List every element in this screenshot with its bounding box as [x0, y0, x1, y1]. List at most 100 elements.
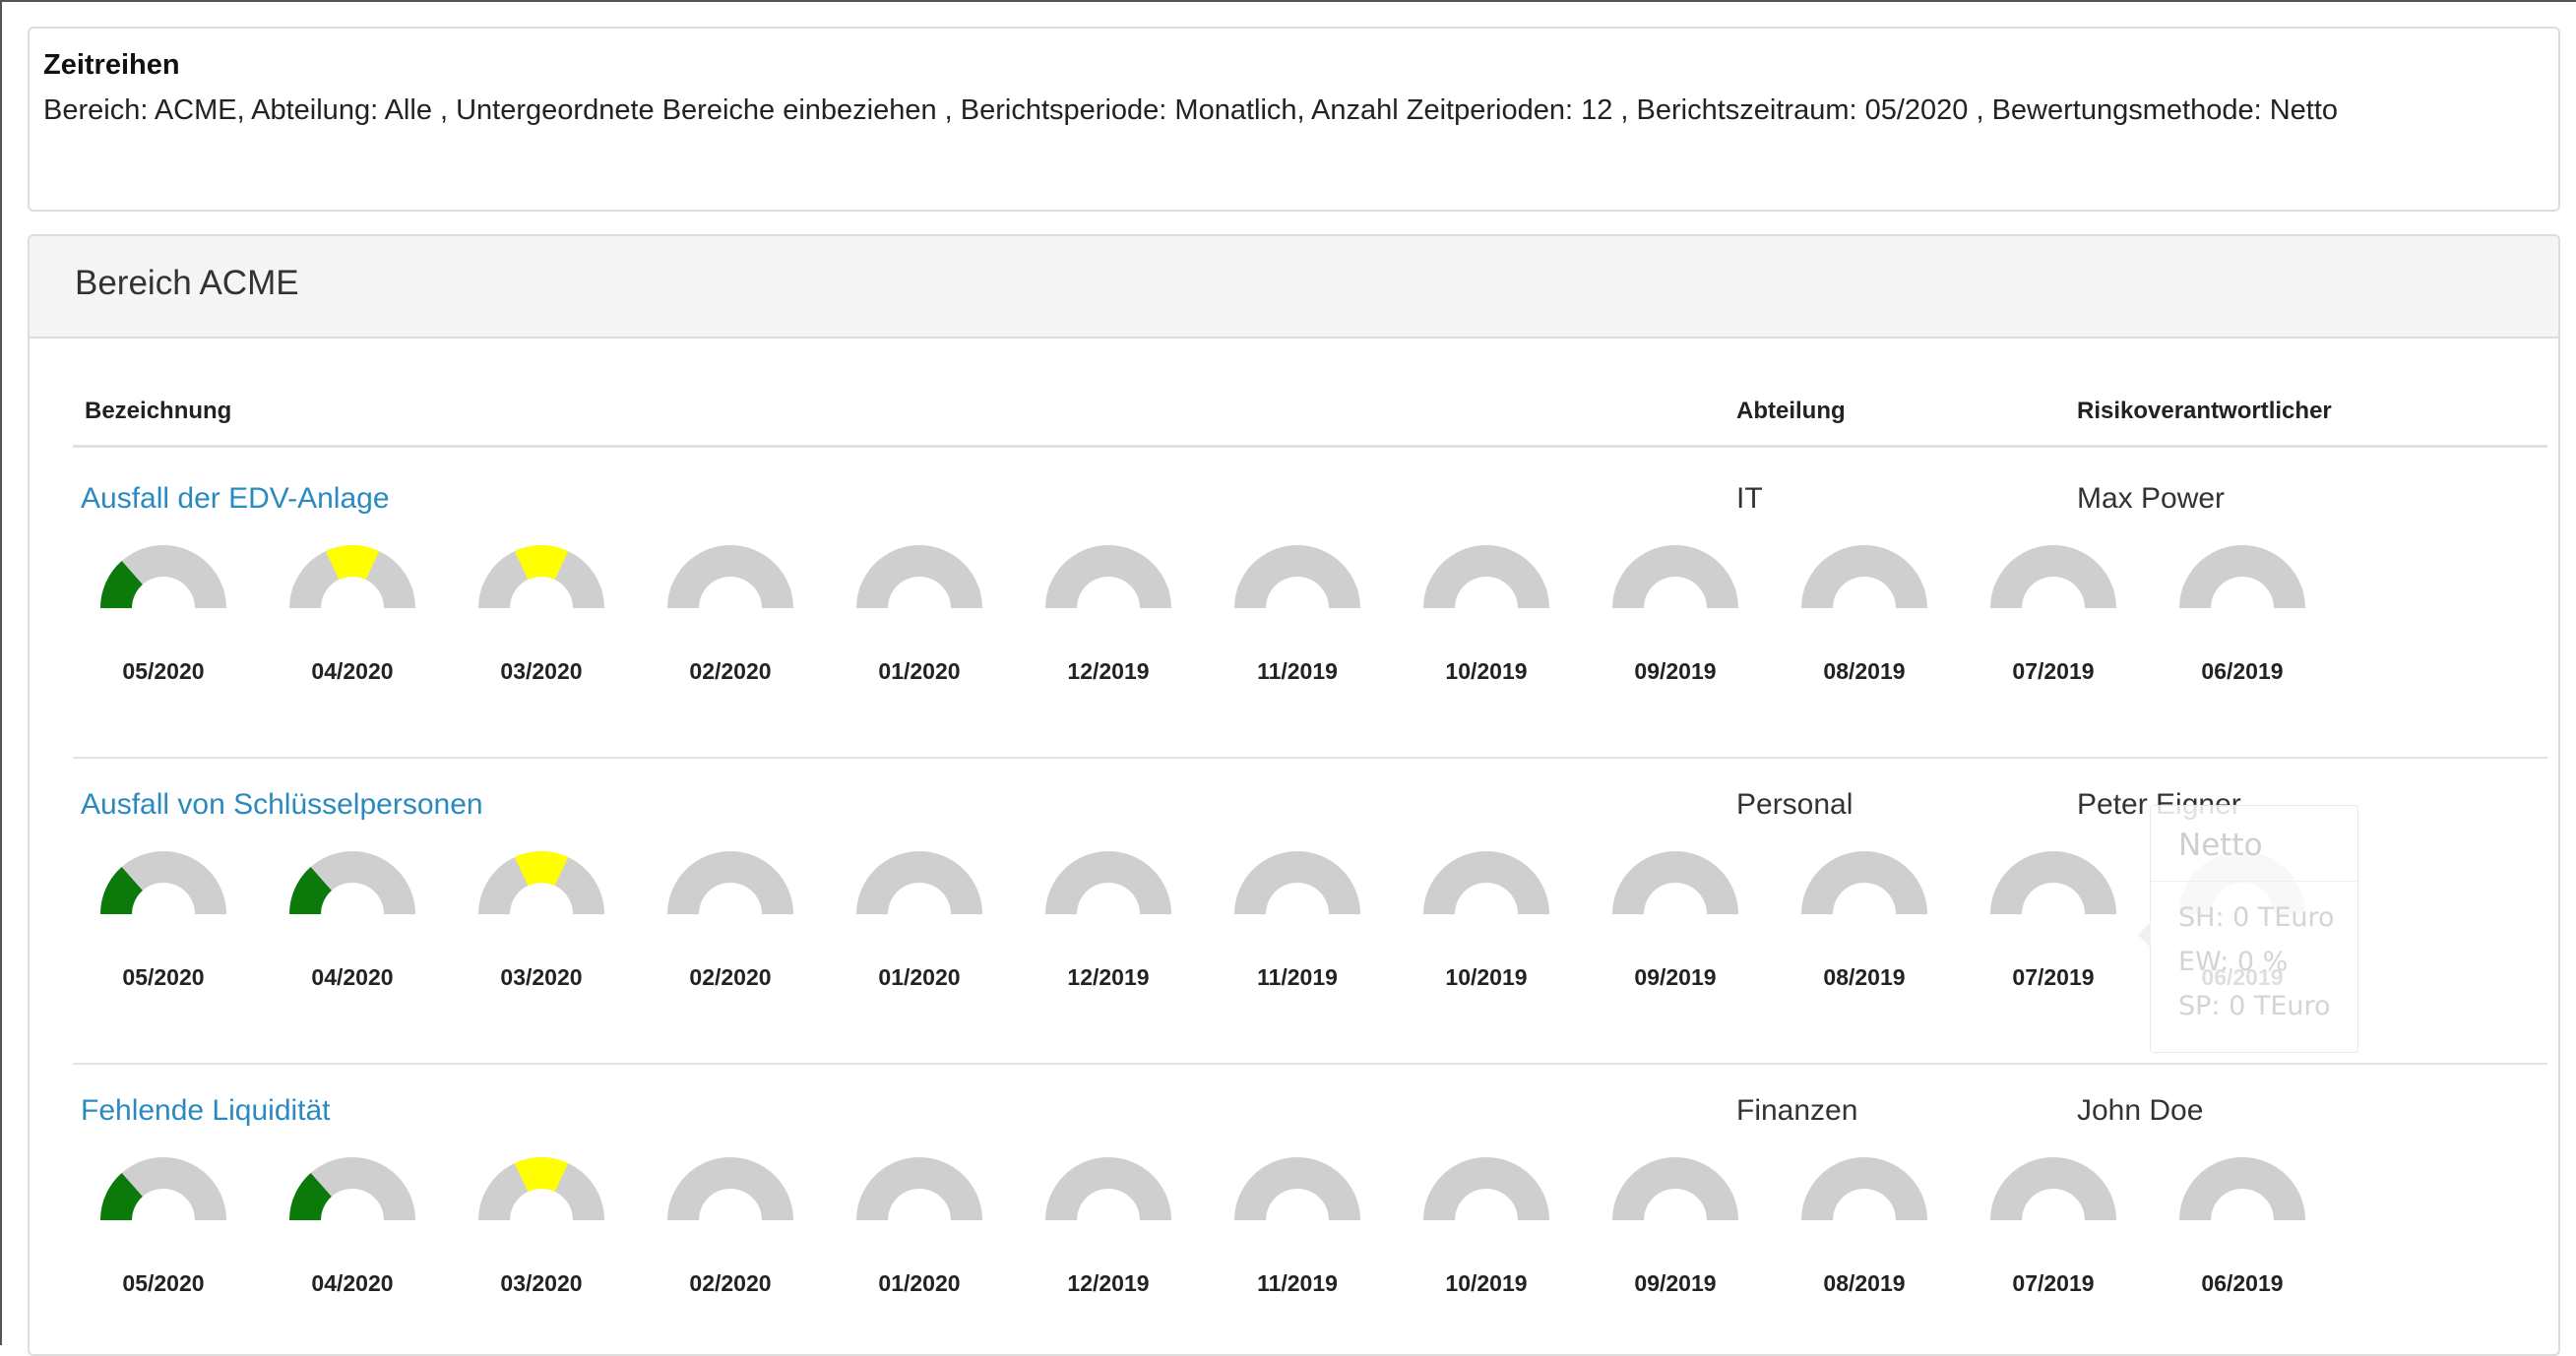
- risk-gauge[interactable]: 10/2019: [1392, 847, 1581, 995]
- risk-gauge[interactable]: 11/2019: [1203, 847, 1392, 995]
- tooltip-line-ew: EW: 0 %: [2178, 947, 2289, 977]
- risk-name-link[interactable]: Ausfall der EDV-Anlage: [81, 482, 390, 516]
- row-divider: [73, 1063, 2547, 1065]
- risk-name-link[interactable]: Fehlende Liquidität: [81, 1094, 331, 1128]
- risk-gauge[interactable]: 08/2019: [1770, 1153, 1959, 1301]
- area-title: Bereich ACME: [75, 264, 299, 302]
- risk-gauge[interactable]: 05/2020: [69, 1153, 258, 1301]
- gauge-track: [1612, 851, 1738, 914]
- period-label: 04/2020: [311, 964, 394, 990]
- gauge-tooltip: Netto SH: 0 TEuro EW: 0 % SP: 0 TEuro: [2138, 805, 2358, 1053]
- risk-gauge[interactable]: 05/2020: [69, 847, 258, 995]
- risk-gauge[interactable]: 07/2019: [1959, 541, 2148, 689]
- risk-gauge[interactable]: 03/2020: [447, 847, 636, 995]
- gauge-chart: [2179, 1157, 2305, 1220]
- risk-gauge[interactable]: 09/2019: [1581, 847, 1770, 995]
- period-label: 02/2020: [689, 658, 772, 684]
- risk-gauge[interactable]: 03/2020: [447, 1153, 636, 1301]
- gauge-chart: [478, 545, 604, 608]
- department-cell: IT: [1736, 482, 1763, 515]
- period-label: 12/2019: [1067, 658, 1150, 684]
- risk-gauge[interactable]: 01/2020: [825, 847, 1014, 995]
- period-label: 05/2020: [122, 964, 205, 990]
- gauge-chart: [2179, 545, 2305, 608]
- gauge-chart: [1990, 1157, 2116, 1220]
- gauge-chart: [1612, 1157, 1738, 1220]
- period-label: 08/2019: [1823, 1270, 1906, 1296]
- period-label: 05/2020: [122, 658, 205, 684]
- gauge-track: [1045, 545, 1171, 608]
- tooltip-divider: [2151, 881, 2357, 882]
- gauge-chart: [1234, 1157, 1360, 1220]
- period-label: 01/2020: [878, 964, 961, 990]
- period-label: 08/2019: [1823, 658, 1906, 684]
- period-label: 09/2019: [1634, 964, 1717, 990]
- tooltip-line-sh: SH: 0 TEuro: [2178, 902, 2335, 933]
- risk-gauge[interactable]: 12/2019: [1014, 1153, 1203, 1301]
- table-row: Ausfall der EDV-Anlage IT Max Power 05/2020…: [30, 451, 2558, 757]
- tooltip-arrow: [2138, 922, 2151, 948]
- gauge-track: [1990, 545, 2116, 608]
- risk-gauge[interactable]: 01/2020: [825, 541, 1014, 689]
- gauge-track: [1045, 851, 1171, 914]
- risk-gauge[interactable]: 08/2019: [1770, 847, 1959, 995]
- gauge-track: [1990, 851, 2116, 914]
- risk-gauge[interactable]: 10/2019: [1392, 1153, 1581, 1301]
- risk-gauge[interactable]: 01/2020: [825, 1153, 1014, 1301]
- gauge-track: [1801, 545, 1927, 608]
- risk-gauge[interactable]: 06/2019: [2148, 541, 2337, 689]
- gauge-chart: [100, 545, 226, 608]
- period-label: 06/2019: [2201, 658, 2284, 684]
- gauge-track: [1423, 1157, 1549, 1220]
- gauge-track: [1801, 851, 1927, 914]
- gauge-chart: [1612, 851, 1738, 914]
- department-cell: Personal: [1736, 788, 1853, 821]
- gauge-track: [1801, 1157, 1927, 1220]
- gauge-track: [2179, 1157, 2305, 1220]
- gauge-track: [1612, 545, 1738, 608]
- period-label: 10/2019: [1445, 964, 1528, 990]
- column-header-name: Bezeichnung: [85, 398, 232, 424]
- gauge-track: [667, 851, 793, 914]
- gauge-chart: [1234, 545, 1360, 608]
- risk-gauge[interactable]: 02/2020: [636, 541, 825, 689]
- gauge-chart: [1990, 545, 2116, 608]
- gauge-track: [1990, 1157, 2116, 1220]
- column-header-owner: Risikoverantwortlicher: [2077, 398, 2332, 424]
- risk-gauge[interactable]: 09/2019: [1581, 1153, 1770, 1301]
- risk-gauge[interactable]: 03/2020: [447, 541, 636, 689]
- risk-gauge[interactable]: 07/2019: [1959, 847, 2148, 995]
- gauge-chart: [667, 851, 793, 914]
- gauge-chart: [1045, 545, 1171, 608]
- column-header-department: Abteilung: [1736, 398, 1846, 424]
- risk-gauge[interactable]: 11/2019: [1203, 1153, 1392, 1301]
- gauge-chart: [289, 851, 415, 914]
- risk-gauge[interactable]: 10/2019: [1392, 541, 1581, 689]
- gauge-chart: [1045, 851, 1171, 914]
- period-label: 07/2019: [2012, 1270, 2095, 1296]
- risk-gauge[interactable]: 04/2020: [258, 847, 447, 995]
- risk-gauge[interactable]: 04/2020: [258, 1153, 447, 1301]
- risk-gauge[interactable]: 05/2020: [69, 541, 258, 689]
- risk-gauge[interactable]: 12/2019: [1014, 541, 1203, 689]
- gauge-track: [1045, 1157, 1171, 1220]
- table-row: Fehlende Liquidität Finanzen John Doe 05/20…: [30, 1063, 2558, 1354]
- risk-gauge[interactable]: 02/2020: [636, 847, 825, 995]
- period-label: 04/2020: [311, 658, 394, 684]
- gauge-chart: [856, 1157, 982, 1220]
- gauge-chart: [1801, 1157, 1927, 1220]
- risk-name-link[interactable]: Ausfall von Schlüsselpersonen: [81, 788, 483, 822]
- gauge-chart: [1801, 851, 1927, 914]
- risk-gauge[interactable]: 07/2019: [1959, 1153, 2148, 1301]
- risk-gauge[interactable]: 02/2020: [636, 1153, 825, 1301]
- risk-gauge[interactable]: 04/2020: [258, 541, 447, 689]
- filter-title: Zeitreihen: [43, 49, 180, 81]
- period-label: 07/2019: [2012, 658, 2095, 684]
- gauge-timeline: 05/2020 04/2020 03/2020 02/2020 01/2020 12/20…: [69, 847, 2333, 995]
- risk-gauge[interactable]: 09/2019: [1581, 541, 1770, 689]
- risk-gauge[interactable]: 08/2019: [1770, 541, 1959, 689]
- risk-gauge[interactable]: 06/2019: [2148, 1153, 2337, 1301]
- risk-gauge[interactable]: 12/2019: [1014, 847, 1203, 995]
- risk-gauge[interactable]: 11/2019: [1203, 541, 1392, 689]
- period-label: 01/2020: [878, 1270, 961, 1296]
